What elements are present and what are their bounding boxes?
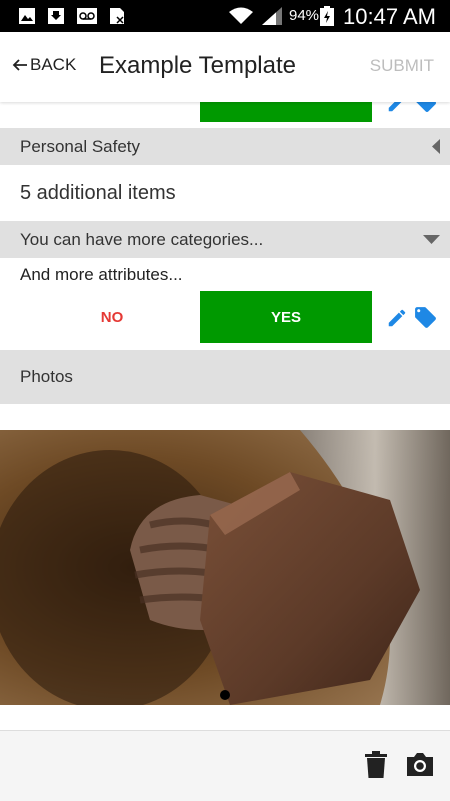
- download-icon: [48, 8, 64, 24]
- sim-icon: [110, 8, 124, 24]
- yes-button[interactable]: YES: [200, 291, 372, 343]
- image-icon: [19, 8, 35, 24]
- status-bar: 94% 10:47 AM: [0, 0, 450, 32]
- photo-image[interactable]: [0, 430, 450, 705]
- category-personal-safety[interactable]: Personal Safety: [0, 128, 450, 165]
- back-label: BACK: [30, 55, 77, 74]
- photo-carousel[interactable]: [0, 430, 450, 705]
- app-bar: BACK Example Template SUBMIT: [0, 32, 450, 102]
- voicemail-icon: [77, 8, 97, 24]
- edit-icon[interactable]: [386, 102, 408, 114]
- battery-icon: [320, 6, 334, 26]
- yes-button-partial[interactable]: [200, 102, 372, 122]
- delete-icon[interactable]: [364, 751, 388, 779]
- no-button[interactable]: NO: [26, 291, 198, 343]
- caret-left-icon: [432, 139, 440, 154]
- battery-percent: 94%: [289, 7, 320, 24]
- edit-icon[interactable]: [386, 307, 408, 329]
- submit-button[interactable]: SUBMIT: [370, 56, 434, 76]
- category-label: You can have more categories...: [20, 230, 264, 249]
- caret-down-icon: [423, 235, 440, 244]
- tag-icon[interactable]: [413, 305, 438, 330]
- wifi-icon: [229, 7, 253, 24]
- category-label: Personal Safety: [20, 137, 141, 156]
- category-label: Photos: [20, 367, 73, 386]
- back-button[interactable]: BACK: [12, 55, 76, 75]
- clock: 10:47 AM: [343, 4, 436, 29]
- page-title: Example Template: [99, 52, 296, 79]
- signal-icon: [262, 7, 282, 25]
- carousel-dot-active[interactable]: [220, 690, 230, 700]
- category-more-categories[interactable]: You can have more categories...: [0, 221, 450, 258]
- arrow-left-icon: [12, 59, 27, 71]
- tag-icon[interactable]: [414, 102, 438, 114]
- collapsed-items-summary[interactable]: 5 additional items: [20, 182, 176, 205]
- bottom-toolbar: [0, 730, 450, 801]
- scrolled-attribute-row: [0, 102, 450, 128]
- category-photos: Photos: [0, 350, 450, 404]
- attribute-label: And more attributes...: [20, 265, 183, 284]
- camera-icon[interactable]: [405, 751, 435, 777]
